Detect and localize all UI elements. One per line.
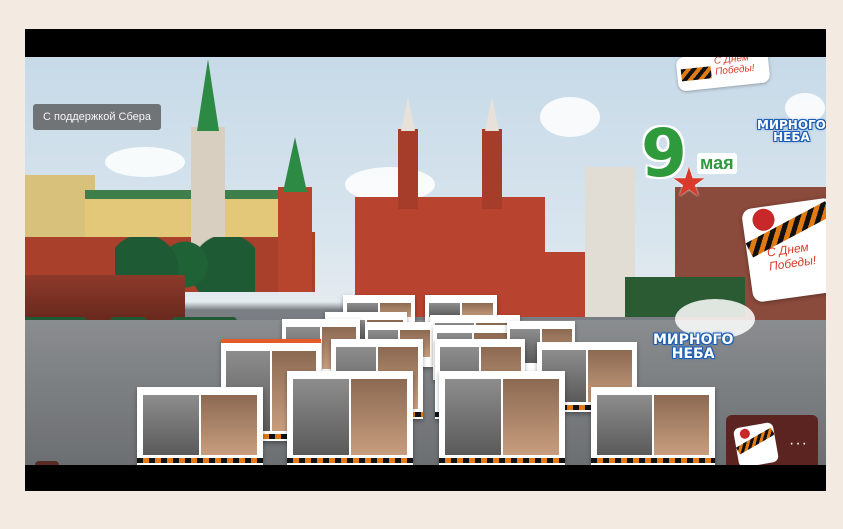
museum-right-tower: [482, 129, 502, 209]
museum-right-spire: [485, 97, 499, 131]
portrait-card[interactable]: [287, 371, 413, 465]
collapse-icon[interactable]: ⇲: [35, 461, 59, 465]
ribbon-icon: [680, 66, 712, 82]
cloud: [540, 97, 600, 137]
tower-right-spire: [283, 137, 307, 192]
more-icon[interactable]: ···: [789, 435, 808, 453]
museum-left-spire: [401, 97, 415, 131]
sponsor-badge: С поддержкой Сбера: [33, 104, 161, 130]
red-square-scene: С Днём Победы! МИРНОГО НЕБА 9 ★ мая С Дн…: [25, 57, 826, 465]
peace-sky-sticker-mid[interactable]: МИРНОГО НЕБА: [653, 333, 733, 361]
peace-sky-sticker-top[interactable]: МИРНОГО НЕБА: [757, 119, 826, 143]
date-word: мая: [697, 153, 737, 174]
victory-sticker-right[interactable]: С Днем Победы!: [740, 197, 826, 303]
palace-roof: [85, 190, 285, 199]
sticker-picker-button[interactable]: ···: [726, 415, 818, 465]
sticker-text: С Днём Победы!: [713, 57, 756, 78]
museum-left-tower: [398, 129, 418, 209]
sticker-text: С Днем Победы!: [766, 239, 818, 274]
tower-left-spire: [197, 59, 219, 131]
may9-sticker[interactable]: 9 ★ мая: [637, 121, 747, 213]
carnation-icon: [739, 427, 751, 440]
victory-sticker-top[interactable]: С Днём Победы!: [675, 57, 771, 92]
cloud: [105, 147, 185, 177]
victory-sticker-thumb: [732, 421, 780, 465]
video-frame: С Днём Победы! МИРНОГО НЕБА 9 ★ мая С Дн…: [25, 29, 826, 491]
yellow-palace: [85, 197, 285, 237]
tower-left: [191, 127, 225, 247]
tower-right: [278, 187, 312, 292]
portrait-card[interactable]: [439, 371, 565, 465]
portrait-card[interactable]: [137, 387, 263, 465]
portrait-card[interactable]: [591, 387, 715, 465]
